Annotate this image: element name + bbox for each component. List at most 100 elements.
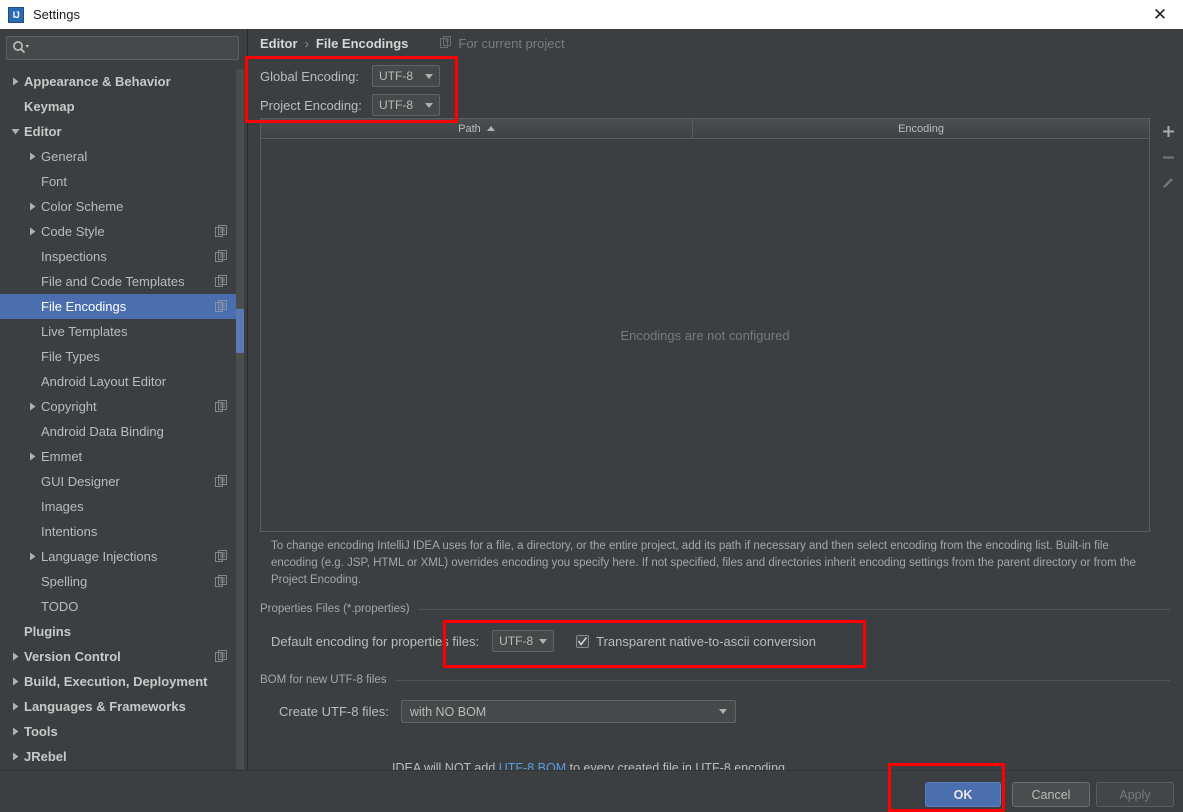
default-properties-encoding-value: UTF-8	[499, 634, 534, 648]
copy-settings-icon[interactable]	[215, 300, 227, 312]
column-header-encoding-label: Encoding	[898, 122, 944, 135]
chevron-right-icon[interactable]	[25, 400, 39, 414]
sidebar-item-jrebel[interactable]: JRebel	[0, 744, 239, 769]
global-encoding-select[interactable]: UTF-8	[372, 65, 440, 87]
cancel-button[interactable]: Cancel	[1012, 782, 1090, 807]
project-scope-icon	[440, 36, 452, 51]
sidebar-item-label: File and Code Templates	[41, 274, 185, 289]
breadcrumb-parent[interactable]: Editor	[260, 36, 298, 51]
sidebar-item-languages-frameworks[interactable]: Languages & Frameworks	[0, 694, 239, 719]
sidebar-item-file-encodings[interactable]: File Encodings	[0, 294, 239, 319]
bom-group-header: BOM for new UTF-8 files	[260, 674, 1170, 686]
native-to-ascii-label[interactable]: Transparent native-to-ascii conversion	[596, 634, 816, 649]
sidebar-item-label: File Types	[41, 349, 101, 364]
sidebar-item-intentions[interactable]: Intentions	[0, 519, 239, 544]
sidebar-item-file-types[interactable]: File Types	[0, 344, 239, 369]
settings-tree: Appearance & Behavior Keymap Editor General…	[0, 69, 239, 769]
sidebar-item-android-data-binding[interactable]: Android Data Binding	[0, 419, 239, 444]
copy-settings-icon[interactable]	[215, 250, 227, 262]
native-to-ascii-checkbox[interactable]	[576, 634, 590, 648]
breadcrumb: Editor › File Encodings For current proj…	[260, 36, 565, 51]
scope-note-label: For current project	[458, 36, 565, 51]
breadcrumb-separator: ›	[304, 36, 309, 51]
add-row-button[interactable]	[1155, 118, 1181, 144]
copy-settings-icon[interactable]	[215, 650, 227, 662]
intellij-idea-icon: IJ	[8, 6, 24, 23]
column-header-encoding[interactable]: Encoding	[693, 119, 1149, 138]
sidebar-item-emmet[interactable]: Emmet	[0, 444, 239, 469]
sidebar-item-code-style[interactable]: Code Style	[0, 219, 239, 244]
chevron-right-icon[interactable]	[25, 150, 39, 164]
copy-settings-icon[interactable]	[215, 475, 227, 487]
create-utf8-files-row: Create UTF-8 files: with NO BOM	[279, 700, 736, 723]
sidebar-item-copyright[interactable]: Copyright	[0, 394, 239, 419]
remove-row-button[interactable]	[1155, 144, 1181, 170]
sidebar-scrollbar-thumb[interactable]	[236, 309, 244, 353]
column-header-path[interactable]: Path	[261, 119, 693, 138]
copy-settings-icon[interactable]	[215, 225, 227, 237]
sidebar-item-label: JRebel	[24, 749, 67, 764]
sidebar-item-build-execution-deployment[interactable]: Build, Execution, Deployment	[0, 669, 239, 694]
sidebar-item-tools[interactable]: Tools	[0, 719, 239, 744]
properties-files-group-label: Properties Files (*.properties)	[260, 603, 410, 615]
sidebar-item-images[interactable]: Images	[0, 494, 239, 519]
sidebar-item-general[interactable]: General	[0, 144, 239, 169]
sidebar-item-plugins[interactable]: Plugins	[0, 619, 239, 644]
sidebar-item-color-scheme[interactable]: Color Scheme	[0, 194, 239, 219]
chevron-right-icon[interactable]	[8, 650, 22, 664]
search-input[interactable]	[30, 41, 238, 55]
default-properties-encoding-label: Default encoding for properties files:	[271, 633, 480, 649]
sidebar-item-label: General	[41, 149, 88, 164]
sidebar-item-label: Code Style	[41, 224, 105, 239]
chevron-right-icon[interactable]	[8, 675, 22, 689]
default-properties-encoding-row: Default encoding for properties files: U…	[271, 630, 816, 652]
sidebar-item-version-control[interactable]: Version Control	[0, 644, 239, 669]
ok-button[interactable]: OK	[925, 782, 1001, 807]
dialog-body: Appearance & Behavior Keymap Editor General…	[0, 29, 1183, 812]
group-divider	[417, 608, 1170, 610]
copy-settings-icon[interactable]	[215, 550, 227, 562]
sidebar-item-appearance-behavior[interactable]: Appearance & Behavior	[0, 69, 239, 94]
sidebar-item-label: Version Control	[24, 649, 121, 664]
default-properties-encoding-select[interactable]: UTF-8	[492, 630, 555, 652]
sidebar-item-inspections[interactable]: Inspections	[0, 244, 239, 269]
sidebar-item-android-layout-editor[interactable]: Android Layout Editor	[0, 369, 239, 394]
sidebar-item-editor[interactable]: Editor	[0, 119, 239, 144]
sidebar-item-file-and-code-templates[interactable]: File and Code Templates	[0, 269, 239, 294]
sidebar-scrollbar-track[interactable]	[236, 69, 244, 769]
chevron-right-icon[interactable]	[8, 750, 22, 764]
search-box[interactable]	[6, 36, 239, 60]
copy-settings-icon[interactable]	[215, 575, 227, 587]
apply-button[interactable]: Apply	[1096, 782, 1174, 807]
sidebar-item-todo[interactable]: TODO	[0, 594, 239, 619]
copy-settings-icon[interactable]	[215, 275, 227, 287]
sidebar-item-live-templates[interactable]: Live Templates	[0, 319, 239, 344]
chevron-right-icon[interactable]	[25, 450, 39, 464]
copy-settings-icon[interactable]	[215, 400, 227, 412]
close-icon[interactable]: ✕	[1137, 0, 1183, 29]
create-utf8-files-select[interactable]: with NO BOM	[400, 700, 736, 723]
sidebar-item-language-injections[interactable]: Language Injections	[0, 544, 239, 569]
sidebar-item-gui-designer[interactable]: GUI Designer	[0, 469, 239, 494]
table-body[interactable]: Encodings are not configured	[261, 139, 1149, 531]
chevron-right-icon[interactable]	[8, 75, 22, 89]
sidebar-item-spelling[interactable]: Spelling	[0, 569, 239, 594]
properties-files-group-header: Properties Files (*.properties)	[260, 603, 1170, 615]
chevron-right-icon[interactable]	[8, 700, 22, 714]
chevron-right-icon[interactable]	[25, 200, 39, 214]
chevron-down-icon[interactable]	[8, 125, 22, 139]
sidebar-item-font[interactable]: Font	[0, 169, 239, 194]
project-encoding-select[interactable]: UTF-8	[372, 94, 440, 116]
title-bar: IJ Settings ✕	[0, 0, 1183, 29]
chevron-right-icon[interactable]	[25, 550, 39, 564]
project-encoding-label: Project Encoding:	[260, 97, 362, 113]
edit-row-button[interactable]	[1155, 170, 1181, 196]
chevron-down-icon	[718, 709, 727, 714]
create-utf8-files-value: with NO BOM	[409, 704, 487, 719]
chevron-right-icon[interactable]	[25, 225, 39, 239]
chevron-right-icon[interactable]	[8, 725, 22, 739]
sidebar-item-keymap[interactable]: Keymap	[0, 94, 239, 119]
